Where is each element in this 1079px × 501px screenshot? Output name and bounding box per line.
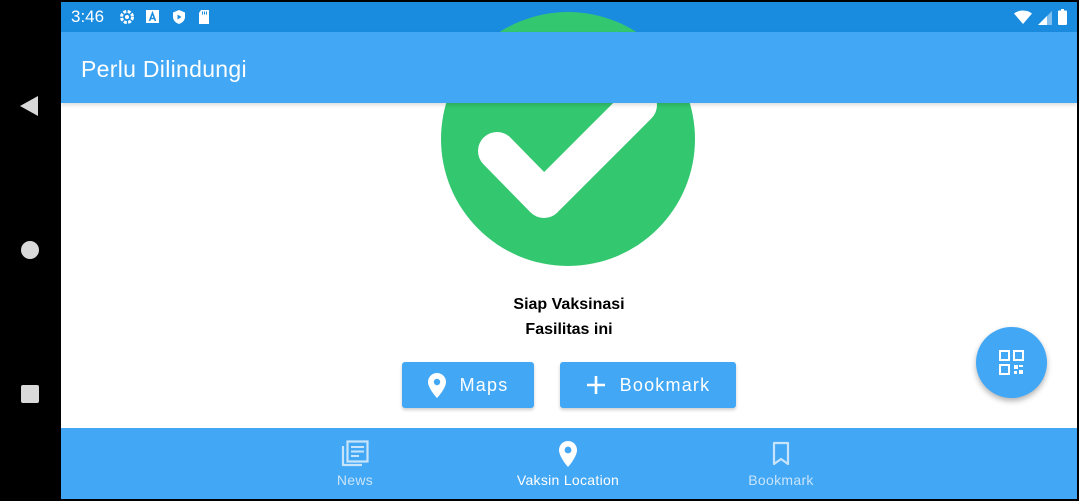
location-pin-icon (559, 441, 577, 467)
battery-icon (1058, 9, 1067, 25)
app-bar: Perlu Dilindungi (61, 32, 1077, 103)
back-icon[interactable] (20, 96, 40, 116)
font-a-icon (146, 10, 159, 23)
bookmark-icon (772, 441, 790, 466)
bottom-navigation: News Vaksin Location Bookmark (61, 428, 1077, 499)
add-bookmark-button[interactable]: Bookmark (560, 362, 736, 408)
plus-icon (586, 376, 605, 394)
bottom-nav-news[interactable]: News (265, 428, 445, 499)
maps-button-label: Maps (459, 374, 509, 395)
signal-icon (1038, 10, 1052, 25)
vaccination-status-title: Siap Vaksinasi (513, 296, 625, 313)
location-pin-icon (427, 372, 446, 398)
qr-scan-fab[interactable] (976, 327, 1047, 398)
bottom-nav-vaksin-location[interactable]: Vaksin Location (478, 428, 658, 499)
maps-button[interactable]: Maps (402, 362, 534, 408)
bottom-nav-vaksin-location-label: Vaksin Location (516, 472, 620, 488)
bottom-nav-bookmark[interactable]: Bookmark (691, 428, 871, 499)
home-icon[interactable] (20, 240, 40, 260)
system-nav-bar (0, 0, 61, 501)
status-icons-right (1014, 9, 1067, 25)
app-title: Perlu Dilindungi (81, 56, 247, 82)
qr-code-icon (999, 350, 1024, 375)
app-screen: 3:46 Perlu Dilindungi Siap Vaksinasi Fas… (61, 2, 1077, 499)
status-time: 3:46 (71, 7, 105, 26)
settings-icon (120, 10, 134, 24)
main-content: Siap Vaksinasi Fasilitas ini Maps Bookma… (61, 12, 1077, 428)
bottom-nav-news-label: News (336, 472, 374, 488)
vaccination-status-subtitle: Fasilitas ini (525, 321, 613, 338)
shield-play-icon (173, 10, 185, 24)
bottom-nav-bookmark-label: Bookmark (748, 472, 814, 488)
sd-card-icon (199, 10, 209, 24)
news-icon (341, 440, 369, 467)
recents-icon[interactable] (20, 384, 40, 404)
status-icons-left (119, 9, 211, 25)
wifi-icon (1014, 10, 1032, 24)
bookmark-button-label: Bookmark (619, 374, 711, 395)
